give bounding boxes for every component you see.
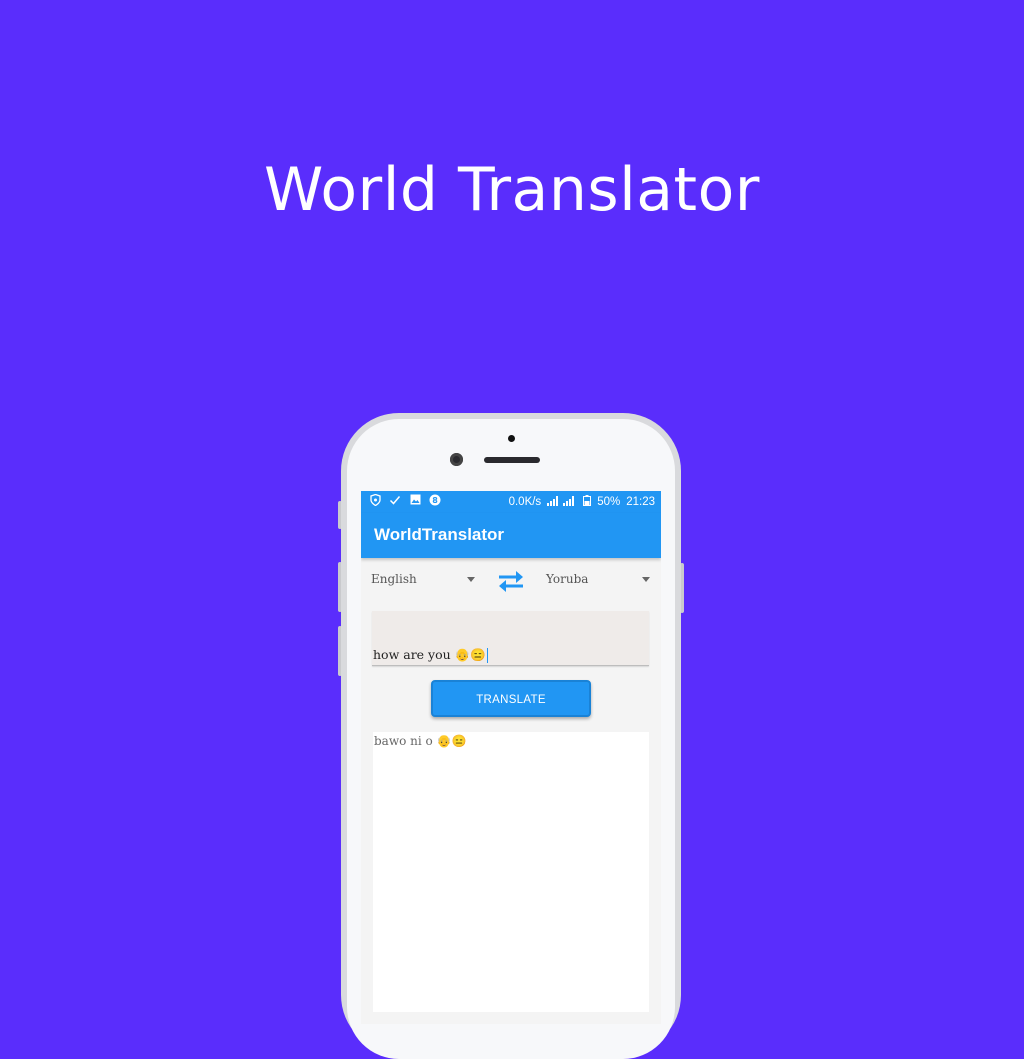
source-language-select[interactable]: English xyxy=(371,567,475,591)
headline: World Translator xyxy=(264,155,760,225)
network-speed: 0.0K/s xyxy=(508,496,542,508)
language-row: English Yoruba xyxy=(361,567,661,599)
translate-button[interactable]: TRANSLATE xyxy=(431,680,591,717)
source-text-input[interactable]: how are you 👴😑 xyxy=(372,611,649,666)
battery-icon xyxy=(583,495,592,509)
swap-arrows-icon[interactable] xyxy=(495,567,527,595)
dropdown-caret-icon xyxy=(467,577,475,582)
vpn-icon: 8 xyxy=(429,494,441,506)
text-cursor xyxy=(486,648,489,663)
earpiece-speaker xyxy=(484,457,540,463)
signal-icon xyxy=(547,495,577,509)
image-icon xyxy=(409,494,421,506)
battery-level: 50% xyxy=(597,496,621,508)
shield-icon xyxy=(369,493,381,507)
phone-screen: 8 0.0K/s 50% 21:23 WorldTranslator Engli… xyxy=(361,491,661,1024)
app-title: WorldTranslator xyxy=(374,525,505,544)
source-text-value: how are you 👴😑 xyxy=(373,647,486,662)
clock: 21:23 xyxy=(626,496,655,508)
target-language-select[interactable]: Yoruba xyxy=(546,567,650,591)
dropdown-caret-icon xyxy=(642,577,650,582)
status-bar: 8 0.0K/s 50% 21:23 xyxy=(361,491,661,513)
translation-text: bawo ni o 👴😑 xyxy=(374,734,467,748)
source-language-label: English xyxy=(371,572,417,586)
target-language-label: Yoruba xyxy=(546,572,589,586)
front-camera xyxy=(450,453,463,466)
svg-text:8: 8 xyxy=(432,496,438,505)
check-icon xyxy=(389,494,401,506)
translation-output: bawo ni o 👴😑 xyxy=(373,732,649,1012)
front-sensor xyxy=(508,435,515,442)
app-bar: WorldTranslator xyxy=(361,513,661,558)
